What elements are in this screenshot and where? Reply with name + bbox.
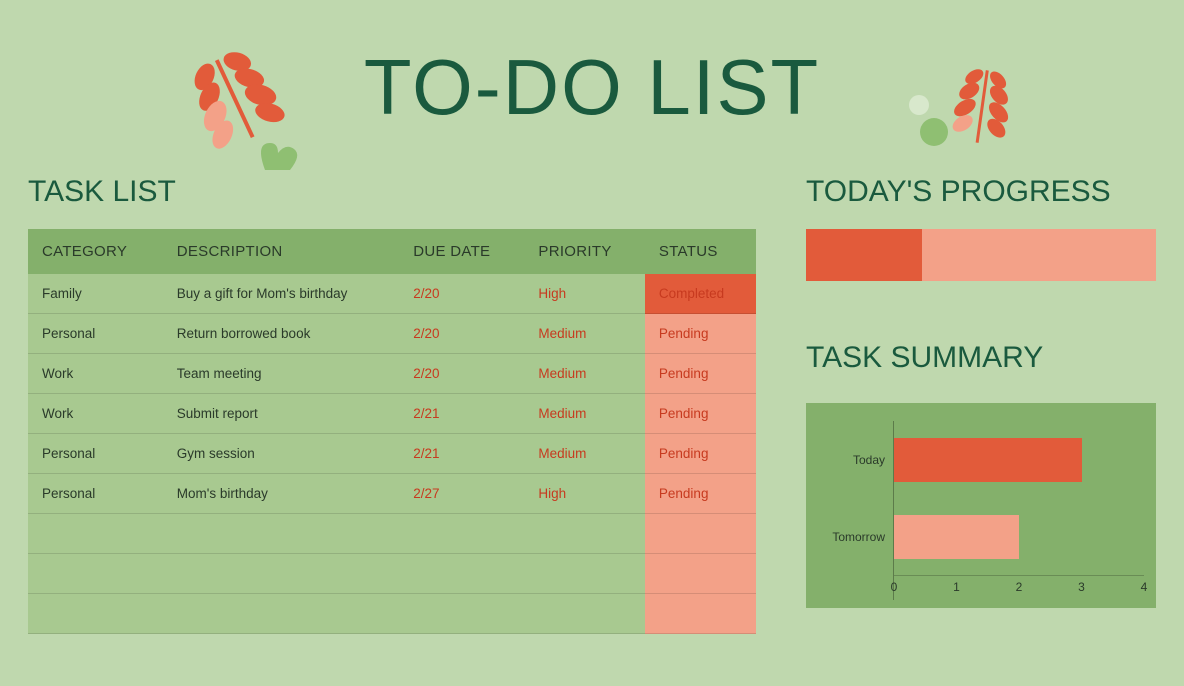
table-row[interactable]: PersonalGym session2/21MediumPending — [28, 434, 756, 474]
cell-category[interactable]: Family — [28, 274, 163, 314]
cell-status[interactable]: Pending — [645, 434, 756, 474]
cell-due-date[interactable]: 2/20 — [399, 314, 524, 354]
page-title: TO-DO LIST — [364, 42, 820, 133]
table-row[interactable]: WorkTeam meeting2/20MediumPending — [28, 354, 756, 394]
table-row[interactable]: WorkSubmit report2/21MediumPending — [28, 394, 756, 434]
task-list-heading: TASK LIST — [28, 175, 756, 209]
chart-tick: 3 — [1078, 580, 1085, 594]
cell-description[interactable]: Return borrowed book — [163, 314, 399, 354]
cell-status[interactable]: Completed — [645, 274, 756, 314]
col-due-date[interactable]: DUE DATE — [399, 229, 524, 274]
chart-tick: 4 — [1141, 580, 1148, 594]
chart-tick: 2 — [1016, 580, 1023, 594]
cell-status[interactable]: Pending — [645, 474, 756, 514]
table-header-row: CATEGORY DESCRIPTION DUE DATE PRIORITY S… — [28, 229, 756, 274]
cell-status[interactable]: Pending — [645, 314, 756, 354]
cell-due-date[interactable]: 2/20 — [399, 354, 524, 394]
cell-due-date[interactable]: 2/27 — [399, 474, 524, 514]
cell-category[interactable]: Personal — [28, 474, 163, 514]
table-row-empty[interactable] — [28, 594, 756, 634]
progress-fill — [806, 229, 922, 281]
col-category[interactable]: CATEGORY — [28, 229, 163, 274]
cell-description[interactable]: Gym session — [163, 434, 399, 474]
table-row[interactable]: PersonalReturn borrowed book2/20MediumPe… — [28, 314, 756, 354]
progress-heading: TODAY'S PROGRESS — [806, 175, 1156, 209]
table-row-empty[interactable] — [28, 554, 756, 594]
cell-category[interactable]: Personal — [28, 434, 163, 474]
summary-heading: TASK SUMMARY — [806, 341, 1156, 375]
cell-priority[interactable]: High — [524, 474, 645, 514]
cell-due-date[interactable]: 2/21 — [399, 394, 524, 434]
cell-category[interactable]: Work — [28, 394, 163, 434]
cell-category[interactable]: Work — [28, 354, 163, 394]
cell-description[interactable]: Team meeting — [163, 354, 399, 394]
task-table: CATEGORY DESCRIPTION DUE DATE PRIORITY S… — [28, 229, 756, 634]
table-row[interactable]: PersonalMom's birthday2/27HighPending — [28, 474, 756, 514]
leaf-decoration-right — [904, 60, 1024, 175]
cell-category[interactable]: Personal — [28, 314, 163, 354]
leaf-decoration-left — [170, 35, 320, 190]
cell-priority[interactable]: Medium — [524, 314, 645, 354]
cell-priority[interactable]: Medium — [524, 354, 645, 394]
header: TO-DO LIST — [0, 0, 1184, 175]
chart-category-label: Tomorrow — [818, 530, 893, 544]
chart-category-label: Today — [818, 453, 893, 467]
table-row[interactable]: FamilyBuy a gift for Mom's birthday2/20H… — [28, 274, 756, 314]
cell-priority[interactable]: Medium — [524, 434, 645, 474]
table-row-empty[interactable] — [28, 514, 756, 554]
cell-description[interactable]: Submit report — [163, 394, 399, 434]
chart-bar — [894, 515, 1019, 559]
cell-description[interactable]: Buy a gift for Mom's birthday — [163, 274, 399, 314]
cell-priority[interactable]: High — [524, 274, 645, 314]
col-status[interactable]: STATUS — [645, 229, 756, 274]
cell-status[interactable]: Pending — [645, 354, 756, 394]
task-summary-chart: Today Tomorrow 0 1 2 3 4 — [806, 403, 1156, 608]
chart-tick: 0 — [891, 580, 898, 594]
col-description[interactable]: DESCRIPTION — [163, 229, 399, 274]
cell-priority[interactable]: Medium — [524, 394, 645, 434]
cell-status[interactable]: Pending — [645, 394, 756, 434]
cell-description[interactable]: Mom's birthday — [163, 474, 399, 514]
chart-tick: 1 — [953, 580, 960, 594]
chart-bar — [894, 438, 1082, 482]
cell-due-date[interactable]: 2/21 — [399, 434, 524, 474]
col-priority[interactable]: PRIORITY — [524, 229, 645, 274]
cell-due-date[interactable]: 2/20 — [399, 274, 524, 314]
progress-bar — [806, 229, 1156, 281]
